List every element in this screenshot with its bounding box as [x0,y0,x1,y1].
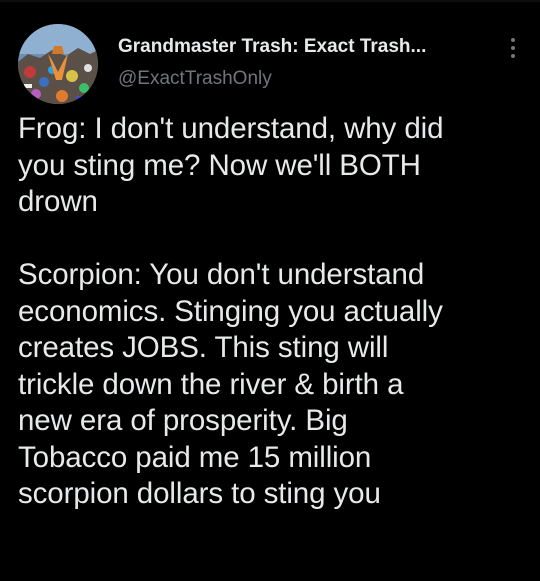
author-handle[interactable]: @ExactTrashOnly [118,68,272,90]
tweet-line: economics. Stinging you actually [18,294,443,328]
top-divider [0,0,540,2]
more-vertical-icon[interactable] [510,38,516,62]
tweet-line: drown [18,185,98,218]
tweet-line: Frog: I don't understand, why did [18,112,444,145]
tweet-line: you sting me? Now we'll BOTH [18,148,421,182]
avatar[interactable] [18,24,98,104]
tweet-line: Tobacco paid me 15 million [18,440,372,474]
tweet-line: scorpion dollars to sting you [18,477,381,510]
tweet-line: trickle down the river & birth a [18,367,404,401]
tweet-line: Scorpion: You don't understand [18,258,425,291]
author-display-name[interactable]: Grandmaster Trash: Exact Trash... [118,36,426,58]
tweet-body: Frog: I don't understand, why did you st… [18,111,526,513]
tweet-line: creates JOBS. This sting will [18,331,389,364]
tweet-line: new era of prosperity. Big [18,404,348,437]
trash-pile-avatar-icon [18,24,98,104]
tweet-header: Grandmaster Trash: Exact Trash... @Exact… [18,24,522,104]
